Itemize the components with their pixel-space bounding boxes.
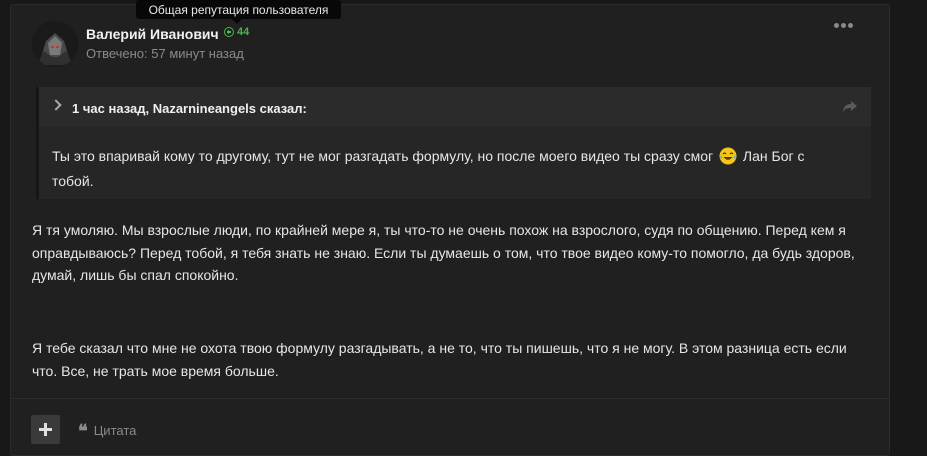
laughing-tears-emoji	[719, 147, 737, 165]
share-arrow-icon[interactable]	[842, 100, 858, 114]
reputation-value: 44	[237, 26, 250, 38]
reputation-tooltip: Общая репутация пользователя	[136, 0, 341, 24]
multiquote-add-button[interactable]	[31, 415, 60, 444]
chevron-down-icon[interactable]	[50, 99, 62, 111]
forum-post: Валерий Иванович 44 Отвечено: 57 минут н…	[10, 4, 890, 456]
quote-header[interactable]: 1 час назад, Nazarnineangels сказал:	[39, 87, 871, 127]
plus-circle-icon	[224, 27, 234, 37]
quote-button[interactable]: ❝ Цитата	[78, 421, 137, 442]
reputation-badge[interactable]: 44	[224, 26, 249, 38]
quote-text-part-1: Ты это впаривай кому то другому, тут не …	[52, 148, 714, 164]
quote-button-label: Цитата	[93, 422, 137, 438]
avatar[interactable]	[32, 21, 78, 67]
quote-block: 1 час назад, Nazarnineangels сказал: Ты …	[36, 87, 871, 199]
quote-text: Ты это впаривай кому то другому, тут не …	[52, 144, 832, 194]
quote-mark-icon: ❝	[78, 421, 88, 442]
more-horizontal-icon	[834, 23, 839, 28]
author-name[interactable]: Валерий Иванович	[86, 26, 219, 42]
quote-citation: 1 час назад, Nazarnineangels сказал:	[72, 101, 307, 116]
post-divider	[11, 398, 889, 399]
post-paragraph-2: Я тебе сказал что мне не охота твою форм…	[32, 340, 847, 379]
post-paragraph-1: Я тя умоляю. Мы взрослые люди, по крайне…	[32, 222, 855, 283]
more-options-button[interactable]	[834, 23, 853, 28]
post-timestamp: Отвечено: 57 минут назад	[86, 46, 244, 61]
